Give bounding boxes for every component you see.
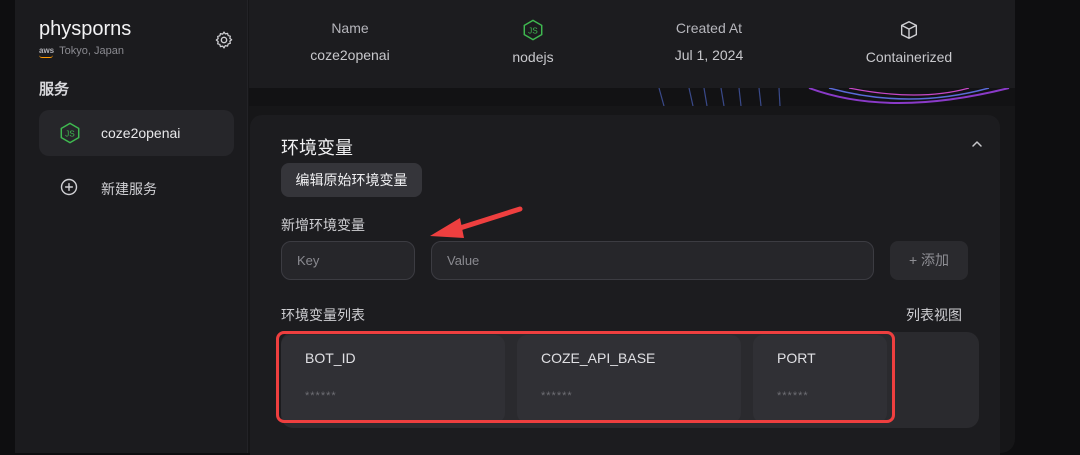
header-created-title: Created At	[675, 20, 743, 36]
sidebar-item-label: coze2openai	[101, 125, 181, 141]
header-created-value: Jul 1, 2024	[674, 47, 744, 63]
nodejs-icon: JS	[523, 19, 543, 41]
header-deploy-value: Containerized	[865, 49, 953, 65]
project-region: aws Tokyo, Japan	[39, 45, 124, 58]
add-env-label: 新增环境变量	[281, 217, 365, 233]
sidebar-item-coze2openai[interactable]: JS coze2openai	[39, 110, 234, 156]
add-env-button[interactable]: + 添加	[890, 241, 968, 280]
nodejs-icon: JS	[60, 122, 80, 144]
header-banner-decoration	[249, 88, 1015, 106]
container-icon	[900, 21, 918, 39]
env-key-input[interactable]	[281, 241, 415, 280]
annotation-highlight-box	[276, 331, 895, 423]
edit-raw-env-button[interactable]: 编辑原始环境变量	[281, 163, 422, 197]
sidebar-item-new-service[interactable]: 新建服务	[39, 168, 234, 208]
chevron-up-icon[interactable]	[970, 137, 984, 151]
service-header: Name coze2openai JS nodejs Created At Ju…	[249, 0, 1015, 88]
env-section-title: 环境变量	[281, 138, 353, 158]
region-label: Tokyo, Japan	[59, 45, 124, 57]
svg-text:JS: JS	[65, 130, 75, 139]
header-name-value: coze2openai	[310, 47, 390, 63]
env-value-input[interactable]	[431, 241, 874, 280]
svg-text:JS: JS	[528, 27, 538, 36]
annotation-arrow-icon	[430, 206, 523, 238]
project-name[interactable]: physporns	[39, 18, 131, 41]
header-runtime-value: nodejs	[512, 49, 554, 65]
aws-logo-icon: aws	[39, 46, 55, 58]
plus-circle-icon	[60, 178, 78, 196]
sidebar: physporns aws Tokyo, Japan 服务 JS coze2op…	[15, 0, 248, 453]
list-view-toggle[interactable]: 列表视图	[906, 305, 962, 325]
services-section-label: 服务	[39, 81, 70, 98]
header-name-title: Name	[331, 20, 369, 36]
sidebar-item-label: 新建服务	[101, 181, 157, 197]
gear-icon[interactable]	[214, 30, 234, 50]
env-list-label: 环境变量列表	[281, 307, 365, 323]
